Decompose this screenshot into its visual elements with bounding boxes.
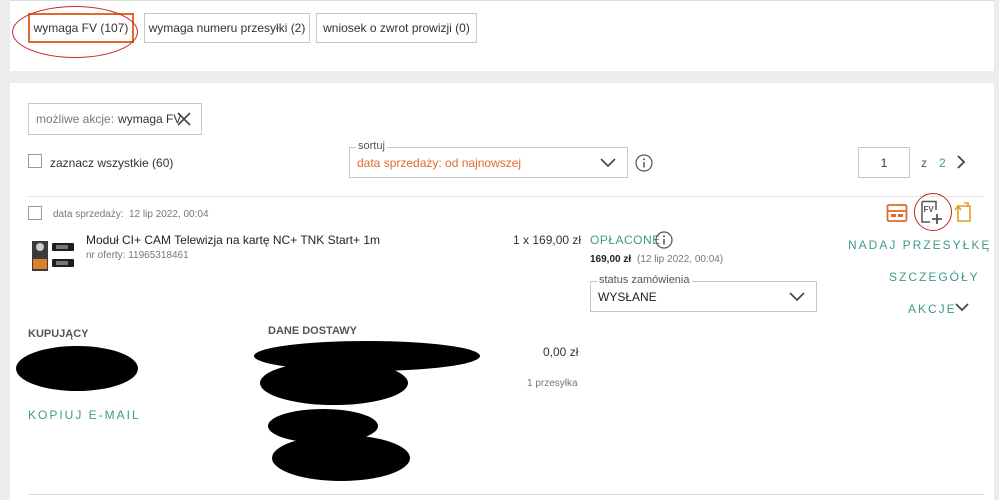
select-all-label: zaznacz wszystkie (60): [50, 156, 174, 170]
select-all-checkbox[interactable]: [28, 154, 42, 168]
order-checkbox[interactable]: [28, 206, 42, 220]
info-icon[interactable]: [655, 231, 673, 249]
sort-select[interactable]: sortuj data sprzedaży: od najnowszej: [349, 140, 628, 178]
actions-chip-value: wymaga FV: [118, 112, 182, 126]
sort-caption: sortuj: [356, 140, 387, 152]
shipments-count: 1 przesyłka: [527, 378, 578, 389]
filter-requires-invoice-label: wymaga FV (107): [33, 21, 129, 35]
order-status-caption: status zamówienia: [597, 274, 692, 286]
paid-amount: 169,00 zł: [590, 254, 632, 265]
add-invoice-icon[interactable]: FV: [920, 200, 944, 226]
filter-panel: wymaga FV (107) wymaga numeru przesyłki …: [10, 0, 994, 71]
paid-date: (12 lip 2022, 00:04): [637, 254, 724, 265]
sort-value: data sprzedaży: od najnowszej: [357, 155, 522, 170]
payment-status-badge: OPŁACONE: [590, 233, 661, 247]
chevron-down-icon: [600, 158, 616, 168]
sale-date-value: 12 lip 2022, 00:04: [129, 209, 209, 220]
product-title-link[interactable]: Moduł CI+ CAM Telewizja na kartę NC+ TNK…: [86, 233, 380, 247]
info-icon[interactable]: [635, 154, 653, 172]
divider: [10, 0, 994, 1]
close-icon[interactable]: [175, 110, 193, 128]
filter-requires-invoice-button[interactable]: wymaga FV (107): [28, 13, 134, 43]
chevron-down-icon[interactable]: [954, 302, 970, 314]
return-document-icon[interactable]: [953, 201, 973, 223]
sale-date-label: data sprzedaży:: [53, 209, 124, 220]
order-status-value: WYSŁANE: [598, 289, 657, 304]
filter-commission-refund-label: wniosek o zwrot prowizji (0): [323, 21, 470, 35]
page-total-link[interactable]: 2: [939, 156, 946, 170]
actions-link[interactable]: AKCJE: [908, 302, 957, 316]
chevron-right-icon[interactable]: [955, 154, 967, 170]
divider: [28, 196, 984, 197]
divider: [28, 494, 984, 495]
send-shipment-link[interactable]: NADAJ PRZESYŁKĘ: [848, 238, 991, 252]
actions-chip-label: możliwe akcje:: [36, 112, 115, 126]
actions-filter-chip: możliwe akcje: wymaga FV: [28, 103, 202, 135]
filter-commission-refund-button[interactable]: wniosek o zwrot prowizji (0): [316, 13, 477, 43]
redacted-buyer: [16, 346, 138, 391]
order-status-select[interactable]: status zamówienia WYSŁANE: [590, 274, 817, 312]
shipping-cost: 0,00 zł: [543, 345, 579, 359]
filter-requires-tracking-label: wymaga numeru przesyłki (2): [148, 21, 306, 35]
buyer-heading: KUPUJĄCY: [28, 328, 89, 340]
quantity-price: 1 x 169,00 zł: [513, 233, 582, 247]
page-of-label: z: [921, 156, 927, 170]
invoice-icon-text: FV: [924, 205, 935, 214]
product-thumbnail[interactable]: [30, 235, 78, 275]
filter-requires-tracking-button[interactable]: wymaga numeru przesyłki (2): [144, 13, 310, 43]
page-number-value: 1: [880, 155, 888, 170]
redacted-delivery-line: [272, 435, 410, 481]
delivery-heading: DANE DOSTAWY: [268, 325, 358, 337]
orders-panel: możliwe akcje: wymaga FV zaznacz wszystk…: [10, 83, 994, 500]
details-link[interactable]: SZCZEGÓŁY: [889, 270, 980, 284]
page-number-input[interactable]: 1: [858, 147, 910, 178]
copy-email-link[interactable]: KOPIUJ E-MAIL: [28, 408, 141, 422]
offer-number: nr oferty: 11965318461: [86, 250, 189, 261]
shipment-icon[interactable]: [886, 203, 908, 223]
redacted-delivery-line: [260, 361, 408, 405]
chevron-down-icon: [789, 292, 805, 302]
